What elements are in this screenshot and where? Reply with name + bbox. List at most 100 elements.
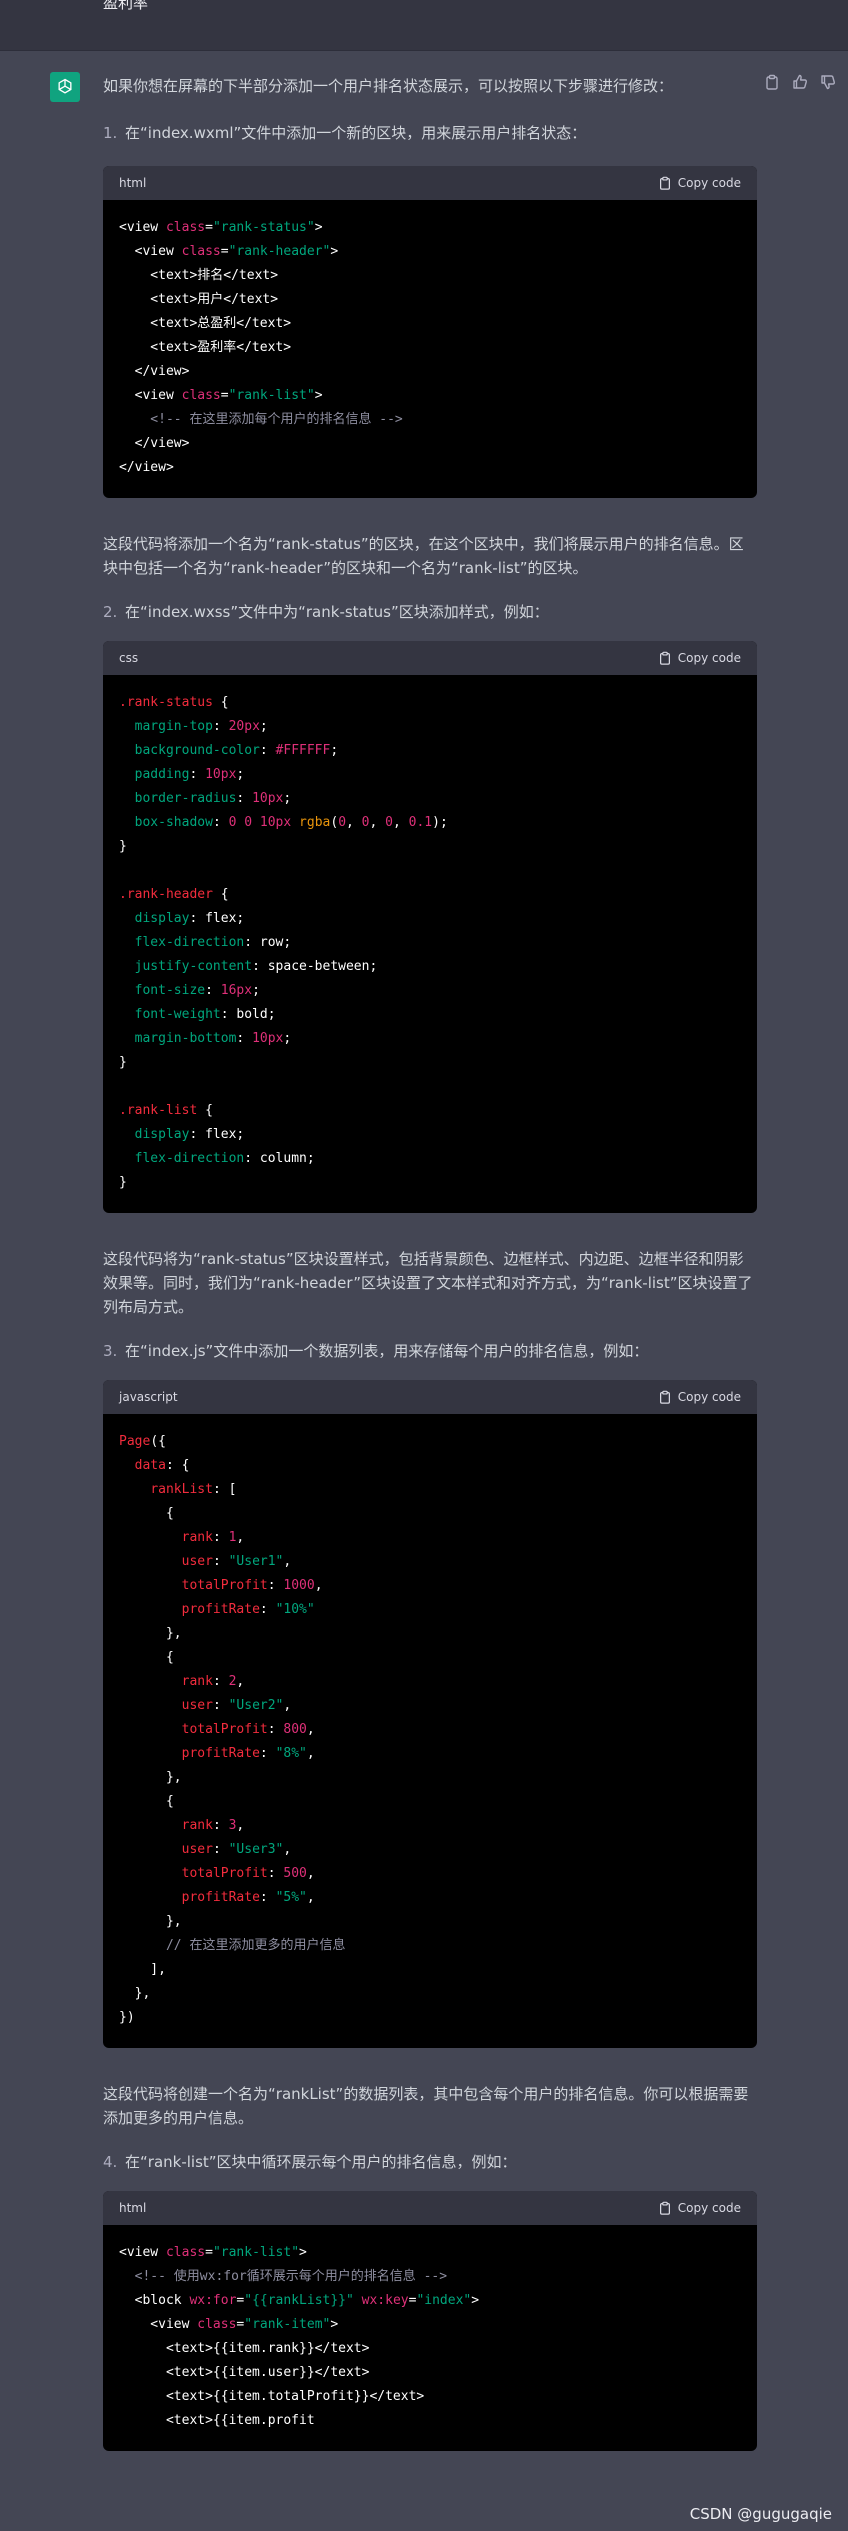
code-token: = — [220, 244, 229, 259]
code-token: : — [267, 1722, 284, 1737]
code-token: user — [181, 1698, 213, 1713]
code-language: css — [119, 651, 139, 665]
code-token: ; — [283, 1031, 292, 1046]
code-token: </view> — [119, 460, 174, 475]
clipboard-icon — [659, 1390, 670, 1404]
step-4: 4. 在“rank-list”区块中循环展示每个用户的排名信息，例如： — [103, 2150, 757, 2174]
code-header: html Copy code — [103, 166, 757, 200]
code-token: font-size — [134, 983, 206, 998]
code-token: </view> — [119, 436, 190, 451]
code-token: margin-bottom — [134, 1031, 237, 1046]
code-header: css Copy code — [103, 641, 757, 675]
code-token: class — [165, 2245, 206, 2260]
code-token: : — [212, 1530, 229, 1545]
step-text: 在“index.js”文件中添加一个数据列表，用来存储每个用户的排名信息，例如： — [125, 1342, 649, 1360]
code-token: <text>用户</text> — [119, 292, 279, 307]
code-token: user — [181, 1842, 213, 1857]
code-line: rankList: [ — [119, 1482, 236, 1497]
code-line: <text>用户</text> — [119, 292, 278, 307]
clipboard-icon — [659, 2201, 670, 2215]
code-block-html-2: html Copy code <view class="rank-list"> … — [103, 2191, 757, 2451]
thumbs-up-icon[interactable] — [792, 74, 808, 90]
code-token: : bold; — [220, 1007, 276, 1022]
code-line: <view class="rank-list"> — [119, 388, 323, 403]
code-token: profitRate — [181, 1746, 260, 1761]
code-token: justify-content — [134, 959, 253, 974]
copy-code-label: Copy code — [677, 176, 741, 190]
code-token: , — [306, 1890, 315, 1905]
clipboard-icon[interactable] — [764, 74, 780, 90]
code-token: <block — [119, 2293, 190, 2308]
code-token: } — [119, 1175, 127, 1190]
code-token: , — [346, 815, 362, 830]
code-token: .rank-header — [119, 887, 213, 902]
explanation-text: 这段代码将添加一个名为“rank-status”的区块，在这个区块中，我们将展示… — [103, 535, 744, 577]
code-token: "rank-item" — [244, 2317, 331, 2332]
code-token: "5%" — [275, 1890, 307, 1905]
clipboard-icon — [659, 176, 670, 190]
code-line: margin-bottom: 10px; — [119, 1031, 292, 1046]
code-block-javascript: javascript Copy code Page({ data: { rank… — [103, 1380, 757, 2048]
code-token: = — [205, 2245, 213, 2260]
code-token: Page — [119, 1434, 151, 1449]
code-line: <text>{{item.totalProfit}}</text> — [119, 2389, 424, 2404]
openai-logo-icon — [58, 78, 72, 94]
code-token: flex-direction — [134, 935, 245, 950]
code-token: class — [181, 388, 221, 403]
code-token: rank — [181, 1674, 213, 1689]
code-token: "{{rankList}}" — [244, 2293, 354, 2308]
code-line: </view> — [119, 364, 190, 379]
code-line: .rank-list { — [119, 1103, 213, 1118]
copy-code-button[interactable]: Copy code — [658, 2201, 741, 2215]
code-language: html — [119, 2201, 147, 2215]
code-token: "User3" — [228, 1842, 284, 1857]
code-line: totalProfit: 500, — [119, 1866, 315, 1881]
code-line: justify-content: space-between; — [119, 959, 378, 974]
code-token: "rank-list" — [212, 2245, 300, 2260]
code-token: "rank-header" — [228, 244, 331, 259]
code-line: display: flex; — [119, 1127, 245, 1142]
copy-code-button[interactable]: Copy code — [658, 651, 741, 665]
code-token: , — [369, 815, 386, 830]
code-token: : column; — [244, 1151, 315, 1166]
code-token: , — [236, 1818, 245, 1833]
code-token: : — [212, 1554, 229, 1569]
previous-message-text: 盈利率 — [103, 0, 149, 12]
copy-code-button[interactable]: Copy code — [658, 176, 741, 190]
code-token: box-shadow — [134, 815, 213, 830]
step-number: 2. — [103, 603, 118, 621]
code-line: flex-direction: column; — [119, 1151, 315, 1166]
code-token: totalProfit — [181, 1722, 268, 1737]
code-line: <text>总盈利</text> — [119, 316, 291, 331]
code-token: , — [306, 1746, 315, 1761]
code-token: : — [236, 1031, 253, 1046]
code-token: <text>{{item.rank}}</text> — [119, 2341, 370, 2356]
code-token: totalProfit — [181, 1578, 268, 1593]
code-language: javascript — [119, 1390, 178, 1404]
code-token: <view — [119, 2245, 166, 2260]
code-line: .rank-header { — [119, 887, 229, 902]
code-token: 10px — [205, 767, 237, 782]
code-token: = — [220, 388, 229, 403]
code-token: 10px — [259, 815, 292, 830]
code-token: // 在这里添加更多的用户信息 — [119, 1938, 346, 1953]
code-token: <text>盈利率</text> — [119, 340, 292, 355]
thumbs-down-icon[interactable] — [820, 74, 836, 90]
code-token: > — [330, 244, 339, 259]
code-token: }, — [119, 1626, 182, 1641]
copy-code-button[interactable]: Copy code — [658, 1390, 741, 1404]
code-token: 20px — [228, 719, 260, 734]
code-token: }, — [119, 1986, 151, 2001]
step-number: 3. — [103, 1342, 118, 1360]
code-line: // 在这里添加更多的用户信息 — [119, 1938, 346, 1953]
copy-code-label: Copy code — [677, 651, 741, 665]
